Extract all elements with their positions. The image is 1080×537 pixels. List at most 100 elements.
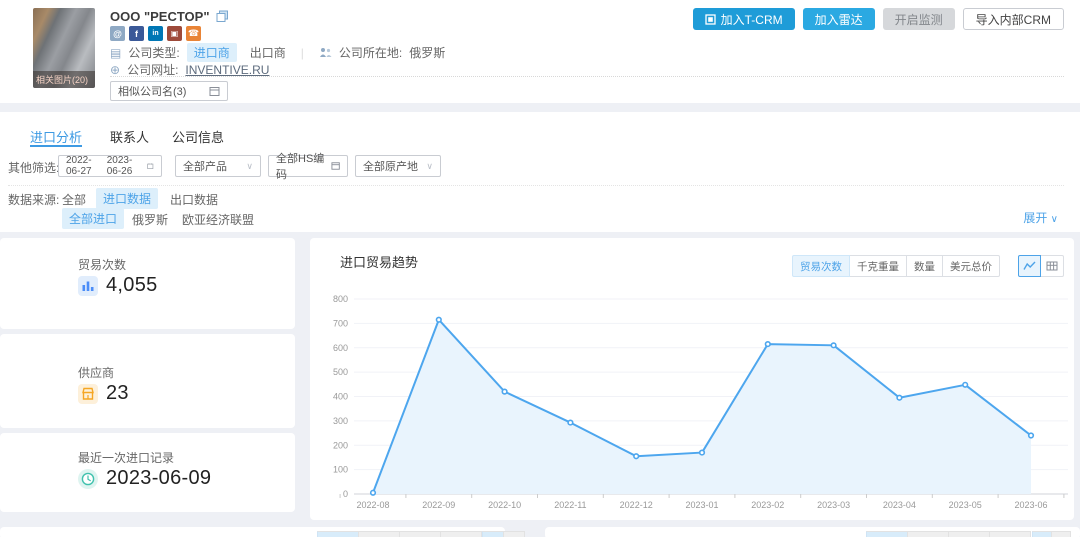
- tab-company-info[interactable]: 公司信息: [172, 127, 224, 146]
- scope-eaeu[interactable]: 欧亚经济联盟: [182, 211, 254, 228]
- bar-chart-icon: [78, 276, 98, 296]
- line-chart-icon[interactable]: [1018, 255, 1041, 277]
- chevron-down-icon: ∨: [246, 161, 253, 172]
- tab-import-analysis[interactable]: 进口分析: [30, 127, 82, 146]
- svg-text:2023-05: 2023-05: [949, 500, 982, 510]
- at-icon[interactable]: @: [110, 26, 125, 41]
- svg-text:2022-09: 2022-09: [422, 500, 455, 510]
- svg-text:100: 100: [333, 465, 348, 475]
- partial-toggle-group[interactable]: [317, 531, 482, 537]
- similar-companies-label: 相似公司名(3): [118, 83, 186, 99]
- metric-quantity[interactable]: 数量: [907, 255, 943, 277]
- metric-kg-weight[interactable]: 千克重量: [850, 255, 907, 277]
- svg-text:300: 300: [333, 416, 348, 426]
- add-to-radar-button[interactable]: 加入雷达: [803, 8, 875, 30]
- date-end: 2023-06-26: [107, 155, 141, 177]
- similar-companies-select[interactable]: 相似公司名(3): [110, 81, 228, 101]
- chart-title: 进口贸易趋势: [340, 252, 418, 271]
- date-range-picker[interactable]: 2022-06-27 2023-06-26: [58, 155, 162, 177]
- linkedin-icon[interactable]: in: [148, 26, 163, 41]
- svg-text:2023-03: 2023-03: [817, 500, 850, 510]
- tcrm-icon: [705, 14, 716, 25]
- data-source-label: 数据来源:: [8, 191, 59, 208]
- active-tab-underline: [30, 145, 82, 147]
- hs-code-select[interactable]: 全部HS编码: [268, 155, 348, 177]
- stat-card-suppliers: 供应商 23: [0, 334, 295, 428]
- metric-toggle-group: 贸易次数 千克重量 数量 美元总价: [792, 255, 1000, 277]
- shop-icon: [78, 384, 98, 404]
- importer-tag[interactable]: 进口商: [187, 43, 237, 62]
- svg-text:400: 400: [333, 392, 348, 402]
- location-label: 公司所在地:: [339, 44, 402, 61]
- svg-text:2022-10: 2022-10: [488, 500, 521, 510]
- partial-view-group[interactable]: [482, 531, 525, 537]
- scope-all-import[interactable]: 全部进口: [62, 208, 124, 229]
- location-icon: [319, 47, 332, 58]
- source-all[interactable]: 全部: [62, 191, 86, 208]
- stat-card-last-import: 最近一次进口记录 2023-06-09: [0, 433, 295, 512]
- company-photo[interactable]: 相关图片(20): [33, 8, 95, 88]
- scope-russia[interactable]: 俄罗斯: [132, 211, 168, 228]
- page: 相关图片(20) OOO "PECTOP" @ f in ▣ ☎ ▤ 公司类型:…: [0, 0, 1080, 537]
- metric-usd-total[interactable]: 美元总价: [943, 255, 1000, 277]
- svg-text:700: 700: [333, 318, 348, 328]
- facebook-icon[interactable]: f: [129, 26, 144, 41]
- related-images-caption: 相关图片(20): [33, 71, 95, 88]
- chevron-down-icon: ∨: [426, 161, 433, 172]
- svg-text:2022-12: 2022-12: [620, 500, 653, 510]
- partial-card-left: [0, 527, 505, 537]
- date-start: 2022-06-27: [66, 155, 100, 177]
- phone-icon[interactable]: ☎: [186, 26, 201, 41]
- svg-text:2023-01: 2023-01: [685, 500, 718, 510]
- stat-label: 最近一次进口记录: [78, 449, 174, 466]
- stat-value: 2023-06-09: [106, 467, 211, 490]
- trend-line-chart[interactable]: 01002003004005006007008002022-082022-092…: [318, 285, 1070, 513]
- stat-label: 贸易次数: [78, 256, 126, 273]
- other-filters-label: 其他筛选:: [8, 159, 59, 176]
- view-toggle-group: [1018, 255, 1064, 277]
- svg-text:200: 200: [333, 440, 348, 450]
- svg-text:0: 0: [343, 489, 348, 499]
- metric-trade-count[interactable]: 贸易次数: [792, 255, 850, 277]
- product-select[interactable]: 全部产品∨: [175, 155, 261, 177]
- import-internal-crm-button[interactable]: 导入内部CRM: [963, 8, 1064, 30]
- import-trend-card: 进口贸易趋势 贸易次数 千克重量 数量 美元总价 0 100 200 300 400 50…: [310, 238, 1074, 520]
- svg-text:2022-11: 2022-11: [554, 500, 586, 510]
- add-to-tcrm-button[interactable]: 加入T-CRM: [693, 8, 795, 30]
- stat-value: 4,055: [106, 274, 158, 297]
- panel-icon: [331, 161, 340, 171]
- table-icon[interactable]: [1041, 255, 1064, 277]
- partial-view-group[interactable]: [1032, 531, 1071, 537]
- svg-text:2023-02: 2023-02: [751, 500, 784, 510]
- exporter-tag[interactable]: 出口商: [250, 44, 286, 61]
- source-export-data[interactable]: 出口数据: [170, 191, 218, 208]
- company-header-card: 相关图片(20) OOO "PECTOP" @ f in ▣ ☎ ▤ 公司类型:…: [0, 0, 1080, 103]
- tab-contacts[interactable]: 联系人: [110, 127, 149, 146]
- clock-icon: [78, 469, 98, 489]
- header-divider: [110, 76, 1064, 77]
- company-name: OOO "PECTOP": [110, 9, 210, 24]
- instagram-icon[interactable]: ▣: [167, 26, 182, 41]
- calendar-icon: [147, 161, 154, 171]
- website-link[interactable]: INVENTIVE.RU: [185, 63, 269, 77]
- divider: |: [301, 46, 304, 60]
- svg-text:800: 800: [333, 294, 348, 304]
- stat-value: 23: [106, 382, 129, 405]
- svg-text:2023-04: 2023-04: [883, 500, 916, 510]
- stat-card-trade-count: 贸易次数 4,055: [0, 238, 295, 329]
- svg-text:500: 500: [333, 367, 348, 377]
- location-value: 俄罗斯: [409, 44, 445, 61]
- globe-icon: ⊕: [110, 63, 120, 77]
- panel-icon: [209, 86, 220, 97]
- source-import-data[interactable]: 进口数据: [96, 188, 158, 209]
- partial-toggle-group[interactable]: [866, 531, 1031, 537]
- company-type-label: 公司类型:: [128, 44, 179, 61]
- start-monitoring-button[interactable]: 开启监测: [883, 8, 955, 30]
- stat-label: 供应商: [78, 364, 114, 381]
- chevron-down-icon: ∨: [1051, 214, 1058, 225]
- origin-select[interactable]: 全部原产地∨: [355, 155, 441, 177]
- svg-text:2022-08: 2022-08: [356, 500, 389, 510]
- expand-toggle[interactable]: 展开 ∨: [1023, 209, 1058, 226]
- copy-icon[interactable]: [216, 10, 229, 23]
- partial-card-right: [545, 527, 1080, 537]
